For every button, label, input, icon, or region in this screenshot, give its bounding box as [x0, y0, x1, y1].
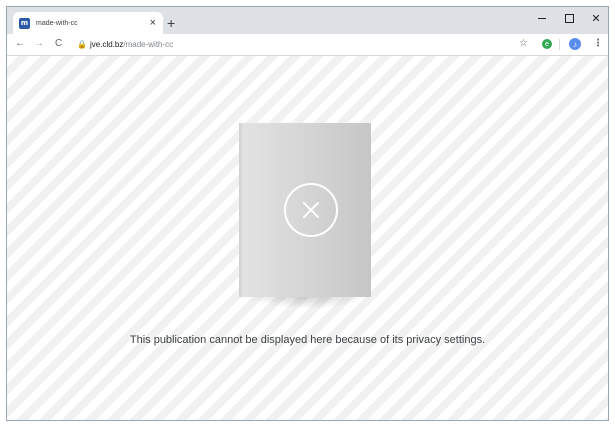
tab-made-with-cc[interactable]: m made-with-cc ×: [13, 12, 163, 34]
new-tab-button[interactable]: +: [167, 16, 175, 30]
toolbar-divider: [559, 39, 560, 50]
back-arrow-icon[interactable]: ←: [15, 37, 25, 51]
profile-avatar-icon[interactable]: ♪: [569, 38, 581, 50]
lock-icon[interactable]: 🔒: [77, 38, 87, 52]
tab-title: made-with-cc: [36, 19, 78, 27]
browser-toolbar: ← → C 🔒 jve.cld.bz/made-with-cc ☆ e ♪ ⋮: [7, 34, 608, 56]
extension-icon[interactable]: e: [542, 39, 552, 49]
tab-close-icon[interactable]: ×: [150, 17, 156, 29]
more-menu-icon[interactable]: ⋮: [593, 37, 603, 51]
close-circle-icon: [284, 183, 338, 237]
close-icon: ✕: [591, 12, 601, 25]
browser-window: m made-with-cc × + ✕ ← → C 🔒 jve.cld.bz/…: [6, 6, 609, 421]
close-window-button[interactable]: ✕: [589, 11, 603, 25]
minimize-button[interactable]: [535, 11, 549, 25]
reload-icon[interactable]: C: [55, 37, 62, 51]
page-content: This publication cannot be displayed her…: [7, 56, 608, 420]
book-cover: [244, 123, 371, 297]
address-bar[interactable]: jve.cld.bz/made-with-cc: [90, 39, 173, 50]
forward-arrow-icon[interactable]: →: [34, 37, 44, 51]
bookmark-star-icon[interactable]: ☆: [519, 37, 528, 51]
minimize-icon: [538, 17, 546, 19]
maximize-button[interactable]: [562, 11, 576, 25]
url-path: /made-with-cc: [123, 40, 174, 49]
book-icon: [239, 123, 372, 309]
privacy-message: This publication cannot be displayed her…: [129, 334, 486, 346]
x-mark-icon: [303, 202, 319, 218]
url-host: jve.cld.bz: [90, 40, 124, 49]
site-favicon-icon: m: [19, 17, 30, 29]
tab-strip: m made-with-cc × + ✕: [7, 7, 608, 34]
maximize-icon: [564, 13, 574, 23]
